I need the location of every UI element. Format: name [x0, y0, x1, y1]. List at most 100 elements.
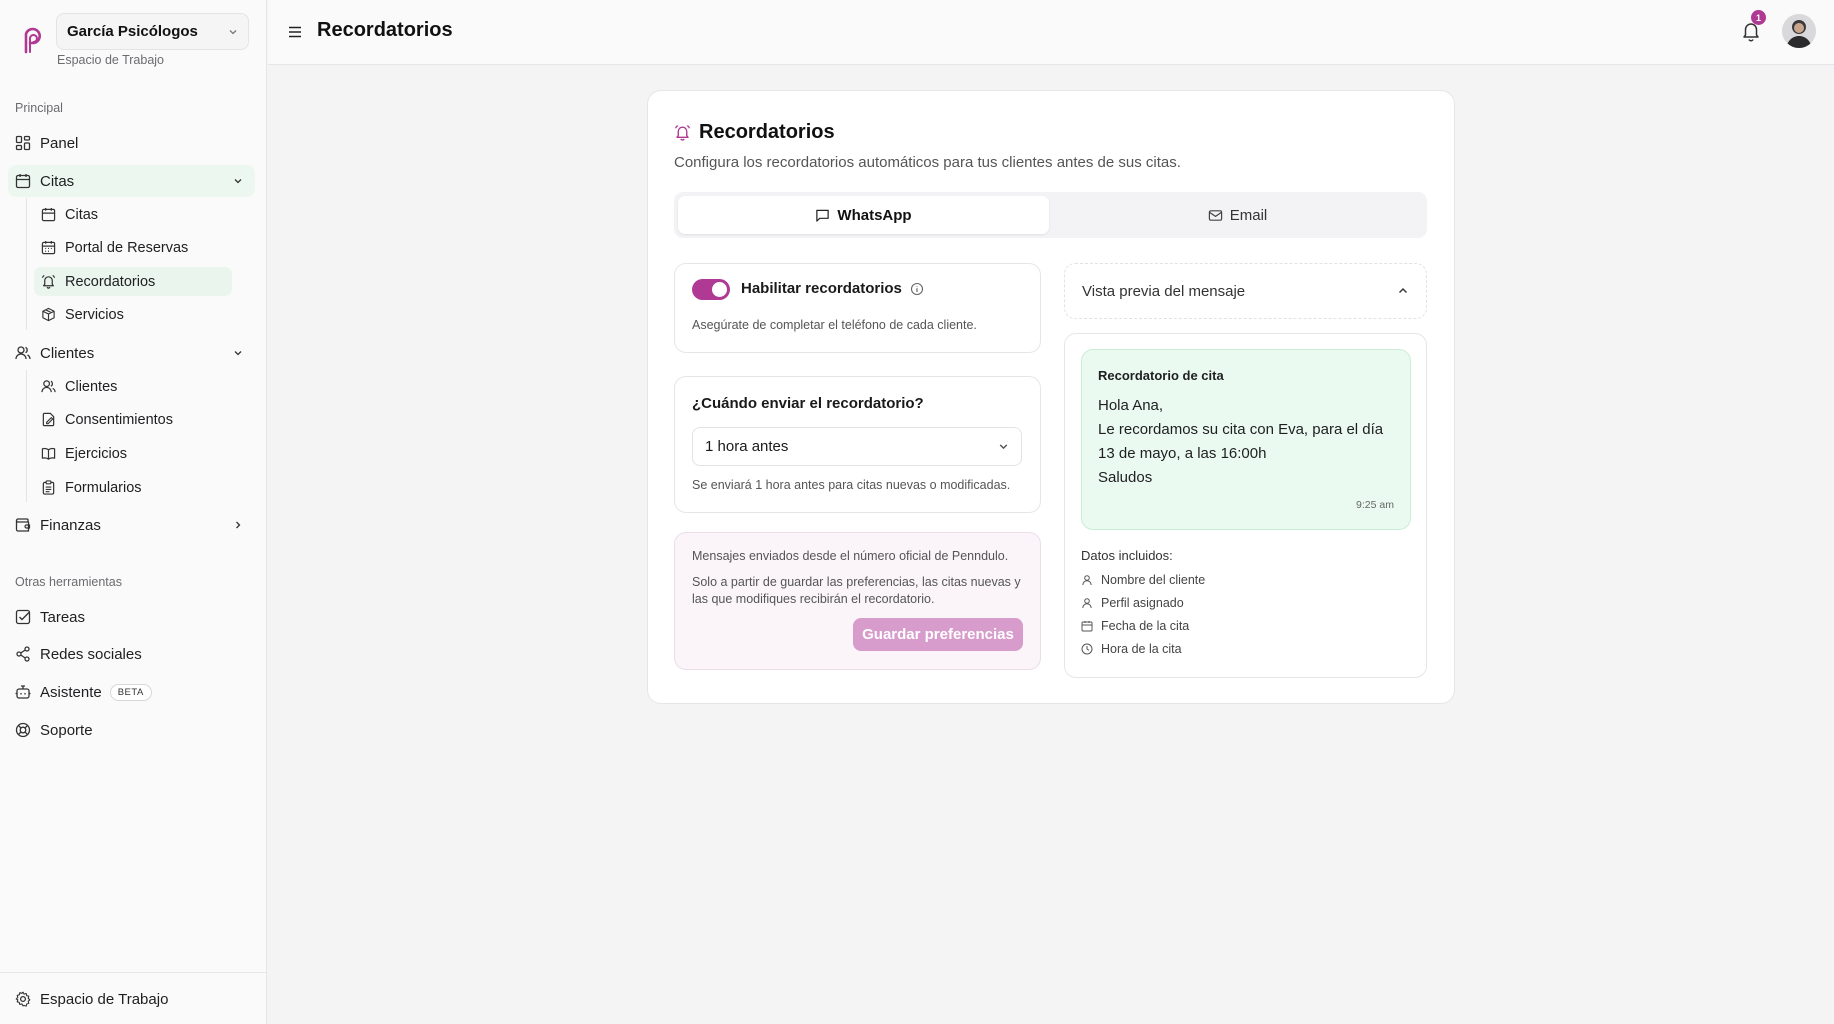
sidebar-item-label: Finanzas [40, 516, 101, 534]
clipboard-list-icon [42, 480, 55, 495]
users-icon [15, 346, 31, 360]
when-send-label: ¿Cuándo enviar el recordatorio? [692, 395, 924, 412]
chevron-right-icon [236, 521, 241, 529]
sidebar-group-citas[interactable]: Citas [8, 165, 255, 197]
sidebar-item-redes-sociales[interactable]: Redes sociales [8, 638, 255, 670]
users-icon [41, 380, 56, 393]
card-description: Configura los recordatorios automáticos … [674, 154, 1181, 171]
sidebar-item-label: Consentimientos [65, 411, 173, 428]
enable-reminders-hint: Asegúrate de completar el teléfono de ca… [692, 318, 977, 332]
sidebar-item-panel[interactable]: Panel [8, 127, 255, 159]
wallet-icon [15, 518, 31, 532]
bubble-greeting: Hola Ana, [1098, 397, 1164, 414]
sidebar-item-portal-reservas[interactable]: Portal de Reservas [34, 233, 232, 262]
topbar: Recordatorios 1 [268, 0, 1834, 65]
reminders-card: Recordatorios Configura los recordatorio… [647, 90, 1455, 704]
sidebar-group-clientes[interactable]: Clientes [8, 337, 255, 369]
sidebar-item-label: Clientes [40, 344, 95, 362]
sidebar-item-label: Soporte [40, 721, 93, 739]
included-item-label: Perfil asignado [1101, 596, 1184, 610]
life-buoy-icon [15, 722, 31, 738]
bubble-text: Hola Ana, Le recordamos su cita con Eva,… [1098, 394, 1398, 490]
sidebar-item-asistente[interactable]: Asistente BETA [8, 676, 255, 708]
sidebar: García Psicólogos Espacio de Trabajo Pri… [0, 0, 267, 1024]
tab-email[interactable]: Email [1052, 196, 1423, 234]
calendar-icon [1081, 621, 1093, 632]
sidebar-item-consentimientos[interactable]: Consentimientos [34, 405, 232, 434]
sidebar-item-label: Panel [40, 134, 79, 152]
app-logo-icon [18, 26, 46, 56]
chevron-up-icon [1399, 288, 1407, 293]
beta-badge: BETA [109, 683, 152, 701]
enable-reminders-label: Habilitar recordatorios [741, 280, 902, 297]
package-icon [42, 307, 55, 322]
chevron-down-icon [229, 29, 237, 34]
submenu-line [26, 370, 27, 502]
sidebar-item-ejercicios[interactable]: Ejercicios [34, 439, 232, 468]
when-send-selected: 1 hora antes [705, 438, 789, 455]
save-preferences-button[interactable]: Guardar preferencias [853, 618, 1023, 651]
sidebar-item-tareas[interactable]: Tareas [8, 601, 255, 633]
included-item: Fecha de la cita [1081, 619, 1189, 633]
tab-whatsapp[interactable]: WhatsApp [678, 196, 1049, 234]
when-send-box: ¿Cuándo enviar el recordatorio? 1 hora a… [674, 376, 1041, 513]
info-icon[interactable] [910, 282, 924, 296]
sidebar-item-label: Redes sociales [40, 645, 142, 663]
sidebar-item-servicios[interactable]: Servicios [34, 300, 232, 329]
included-item: Nombre del cliente [1081, 573, 1205, 587]
page-title: Recordatorios [317, 19, 453, 41]
preview-accordion-header[interactable]: Vista previa del mensaje [1064, 263, 1427, 319]
sidebar-group-finanzas[interactable]: Finanzas [8, 509, 255, 541]
bubble-closing: Saludos [1098, 469, 1153, 486]
submenu-line [26, 198, 27, 330]
message-bubble: Recordatorio de cita Hola Ana, Le record… [1081, 349, 1411, 530]
included-data-title: Datos incluidos: [1081, 548, 1173, 563]
sidebar-item-label: Ejercicios [65, 445, 128, 462]
info-box: Mensajes enviados desde el número oficia… [674, 532, 1041, 670]
sidebar-item-label: Recordatorios [65, 273, 156, 290]
when-send-hint: Se enviará 1 hora antes para citas nueva… [692, 478, 1011, 492]
sidebar-item-formularios[interactable]: Formularios [34, 473, 232, 502]
message-square-icon [816, 209, 830, 222]
sidebar-item-soporte[interactable]: Soporte [8, 714, 255, 746]
sidebar-item-recordatorios[interactable]: Recordatorios [34, 267, 232, 296]
enable-reminders-toggle[interactable] [692, 279, 730, 300]
menu-icon[interactable] [287, 24, 303, 40]
sidebar-item-label: Tareas [40, 608, 86, 626]
calendar-grid-icon [41, 240, 56, 255]
sidebar-item-label: Clientes [65, 378, 118, 395]
share-icon [16, 646, 30, 662]
chevron-down-icon [234, 179, 242, 184]
tab-label: WhatsApp [837, 206, 912, 224]
user-icon [1082, 575, 1092, 586]
notification-badge: 1 [1751, 10, 1766, 25]
workspace-subtitle: Espacio de Trabajo [57, 53, 165, 67]
mail-icon [1208, 209, 1222, 221]
sidebar-item-clientes[interactable]: Clientes [34, 372, 232, 401]
chevron-down-icon [999, 444, 1008, 450]
bot-icon [15, 685, 31, 699]
when-send-select[interactable]: 1 hora antes [692, 427, 1022, 466]
sidebar-footer: Espacio de Trabajo [0, 972, 267, 1024]
workspace-selector[interactable]: García Psicólogos [56, 13, 249, 50]
avatar[interactable] [1782, 14, 1816, 48]
bubble-body: Le recordamos su cita con Eva, para el d… [1098, 421, 1384, 462]
gear-icon [15, 991, 31, 1007]
sidebar-item-label: Citas [65, 206, 99, 223]
calendar-icon [41, 207, 56, 222]
sidebar-item-label: Espacio de Trabajo [40, 990, 169, 1008]
included-item-label: Nombre del cliente [1101, 573, 1206, 587]
sidebar-item-citas[interactable]: Citas [34, 200, 232, 229]
check-square-icon [15, 609, 31, 625]
bell-ring-icon [41, 274, 56, 289]
chevron-down-icon [234, 351, 242, 356]
info-line-1: Mensajes enviados desde el número oficia… [692, 549, 1009, 563]
included-item: Perfil asignado [1081, 596, 1184, 610]
book-open-icon [41, 447, 56, 460]
sidebar-item-espacio-trabajo[interactable]: Espacio de Trabajo [8, 983, 255, 1015]
preview-panel: Recordatorio de cita Hola Ana, Le record… [1064, 333, 1427, 678]
sidebar-item-label: Servicios [65, 306, 124, 323]
bubble-title: Recordatorio de cita [1098, 368, 1224, 383]
bell-ring-icon [674, 125, 691, 141]
sidebar-item-label: Citas [40, 172, 75, 190]
